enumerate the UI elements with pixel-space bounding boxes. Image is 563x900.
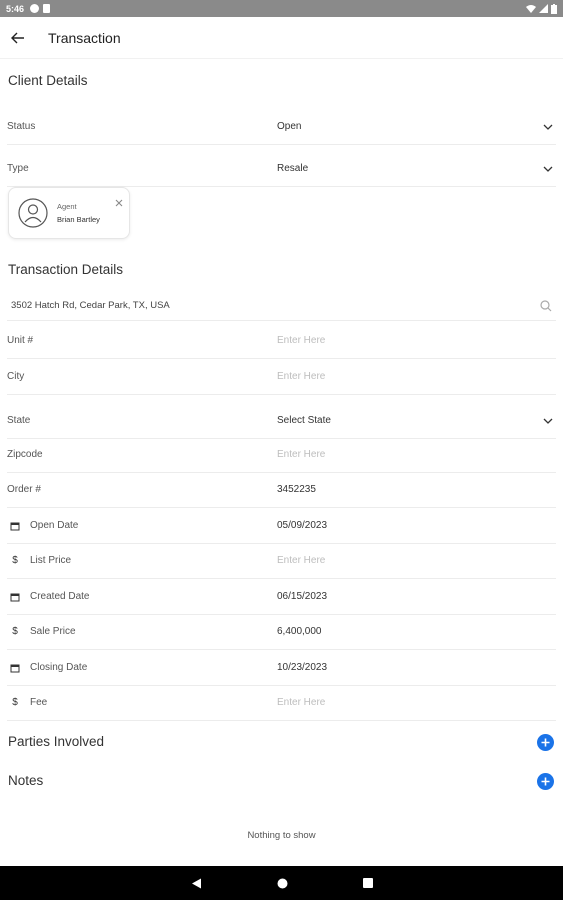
closing-date-input[interactable]: 10/23/2023 [270, 662, 556, 673]
dollar-icon: $ [12, 697, 18, 708]
dollar-icon: $ [12, 555, 18, 566]
list-price-label: List Price [30, 555, 72, 566]
notes-heading: Notes [8, 773, 44, 788]
signal-icon [539, 4, 548, 13]
sale-price-label: Sale Price [30, 626, 76, 637]
sale-price-input[interactable]: 6,400,000 [270, 626, 556, 637]
status-value: Open [277, 121, 302, 132]
client-details-heading: Client Details [8, 73, 88, 88]
fee-input[interactable]: Enter Here [270, 697, 556, 708]
plus-icon [541, 738, 550, 747]
back-button[interactable] [0, 17, 36, 59]
order-label: Order # [7, 484, 41, 495]
transaction-details-heading: Transaction Details [8, 262, 124, 277]
list-price-field[interactable]: $ List Price Enter Here [7, 543, 556, 579]
type-value: Resale [277, 163, 309, 174]
search-icon [540, 299, 552, 311]
closing-date-label: Closing Date [30, 662, 88, 673]
created-date-label: Created Date [30, 591, 90, 602]
created-date-input[interactable]: 06/15/2023 [270, 591, 556, 602]
sim-icon [43, 4, 51, 13]
chevron-down-icon [540, 124, 556, 130]
calendar-icon [7, 592, 23, 602]
state-select[interactable]: State Select State [7, 403, 556, 439]
state-value: Select State [277, 415, 331, 426]
app-bar: Transaction [0, 17, 563, 59]
city-input[interactable]: Enter Here [270, 371, 556, 382]
open-date-label: Open Date [30, 520, 79, 531]
open-date-input[interactable]: 05/09/2023 [270, 520, 556, 531]
battery-icon [551, 3, 557, 14]
add-note-button[interactable] [537, 773, 554, 790]
created-date-field[interactable]: Created Date 06/15/2023 [7, 579, 556, 615]
sale-price-field[interactable]: $ Sale Price 6,400,000 [7, 614, 556, 650]
system-nav-bar [0, 866, 563, 900]
state-label: State [7, 415, 31, 426]
unit-field[interactable]: Unit # Enter Here [7, 323, 556, 359]
city-label: City [7, 371, 25, 382]
chevron-down-icon [540, 166, 556, 172]
agent-name: Brian Bartley [57, 215, 100, 224]
unit-input[interactable]: Enter Here [270, 335, 556, 346]
status-bar: 5:46 [0, 0, 563, 17]
zipcode-input[interactable]: Enter Here [270, 449, 556, 460]
nav-home-icon[interactable] [277, 878, 288, 889]
address-search-field[interactable]: 3502 Hatch Rd, Cedar Park, TX, USA [7, 291, 556, 321]
list-price-input[interactable]: Enter Here [270, 555, 556, 566]
notification-icon [30, 4, 40, 13]
closing-date-field[interactable]: Closing Date 10/23/2023 [7, 650, 556, 686]
wifi-icon [526, 5, 536, 13]
address-value: 3502 Hatch Rd, Cedar Park, TX, USA [11, 300, 170, 311]
type-label: Type [7, 163, 29, 174]
status-select[interactable]: Status Open [7, 109, 556, 145]
plus-icon [541, 777, 550, 786]
fee-field[interactable]: $ Fee Enter Here [7, 685, 556, 721]
calendar-icon [7, 663, 23, 673]
parties-heading: Parties Involved [8, 734, 105, 749]
page-title: Transaction [48, 29, 121, 46]
person-icon [18, 198, 48, 228]
zipcode-field[interactable]: Zipcode Enter Here [7, 437, 556, 473]
type-select[interactable]: Type Resale [7, 151, 556, 187]
agent-role: Agent [57, 202, 77, 211]
notes-empty-text: Nothing to show [247, 830, 316, 841]
status-time: 5:46 [6, 3, 25, 14]
agent-card[interactable]: Agent Brian Bartley [8, 187, 130, 239]
order-input[interactable]: 3452235 [270, 484, 556, 495]
close-icon [115, 199, 123, 207]
add-party-button[interactable] [537, 734, 554, 751]
unit-label: Unit # [7, 335, 34, 346]
dollar-icon: $ [12, 626, 18, 637]
nav-back-icon[interactable] [191, 878, 202, 889]
back-arrow-icon [11, 32, 24, 43]
nav-recents-icon[interactable] [362, 878, 373, 888]
status-label: Status [7, 121, 36, 132]
calendar-icon [7, 521, 23, 531]
zipcode-label: Zipcode [7, 449, 43, 460]
open-date-field[interactable]: Open Date 05/09/2023 [7, 508, 556, 544]
order-field[interactable]: Order # 3452235 [7, 472, 556, 508]
chevron-down-icon [540, 418, 556, 424]
remove-agent-button[interactable] [115, 194, 123, 212]
city-field[interactable]: City Enter Here [7, 359, 556, 395]
fee-label: Fee [30, 697, 48, 708]
